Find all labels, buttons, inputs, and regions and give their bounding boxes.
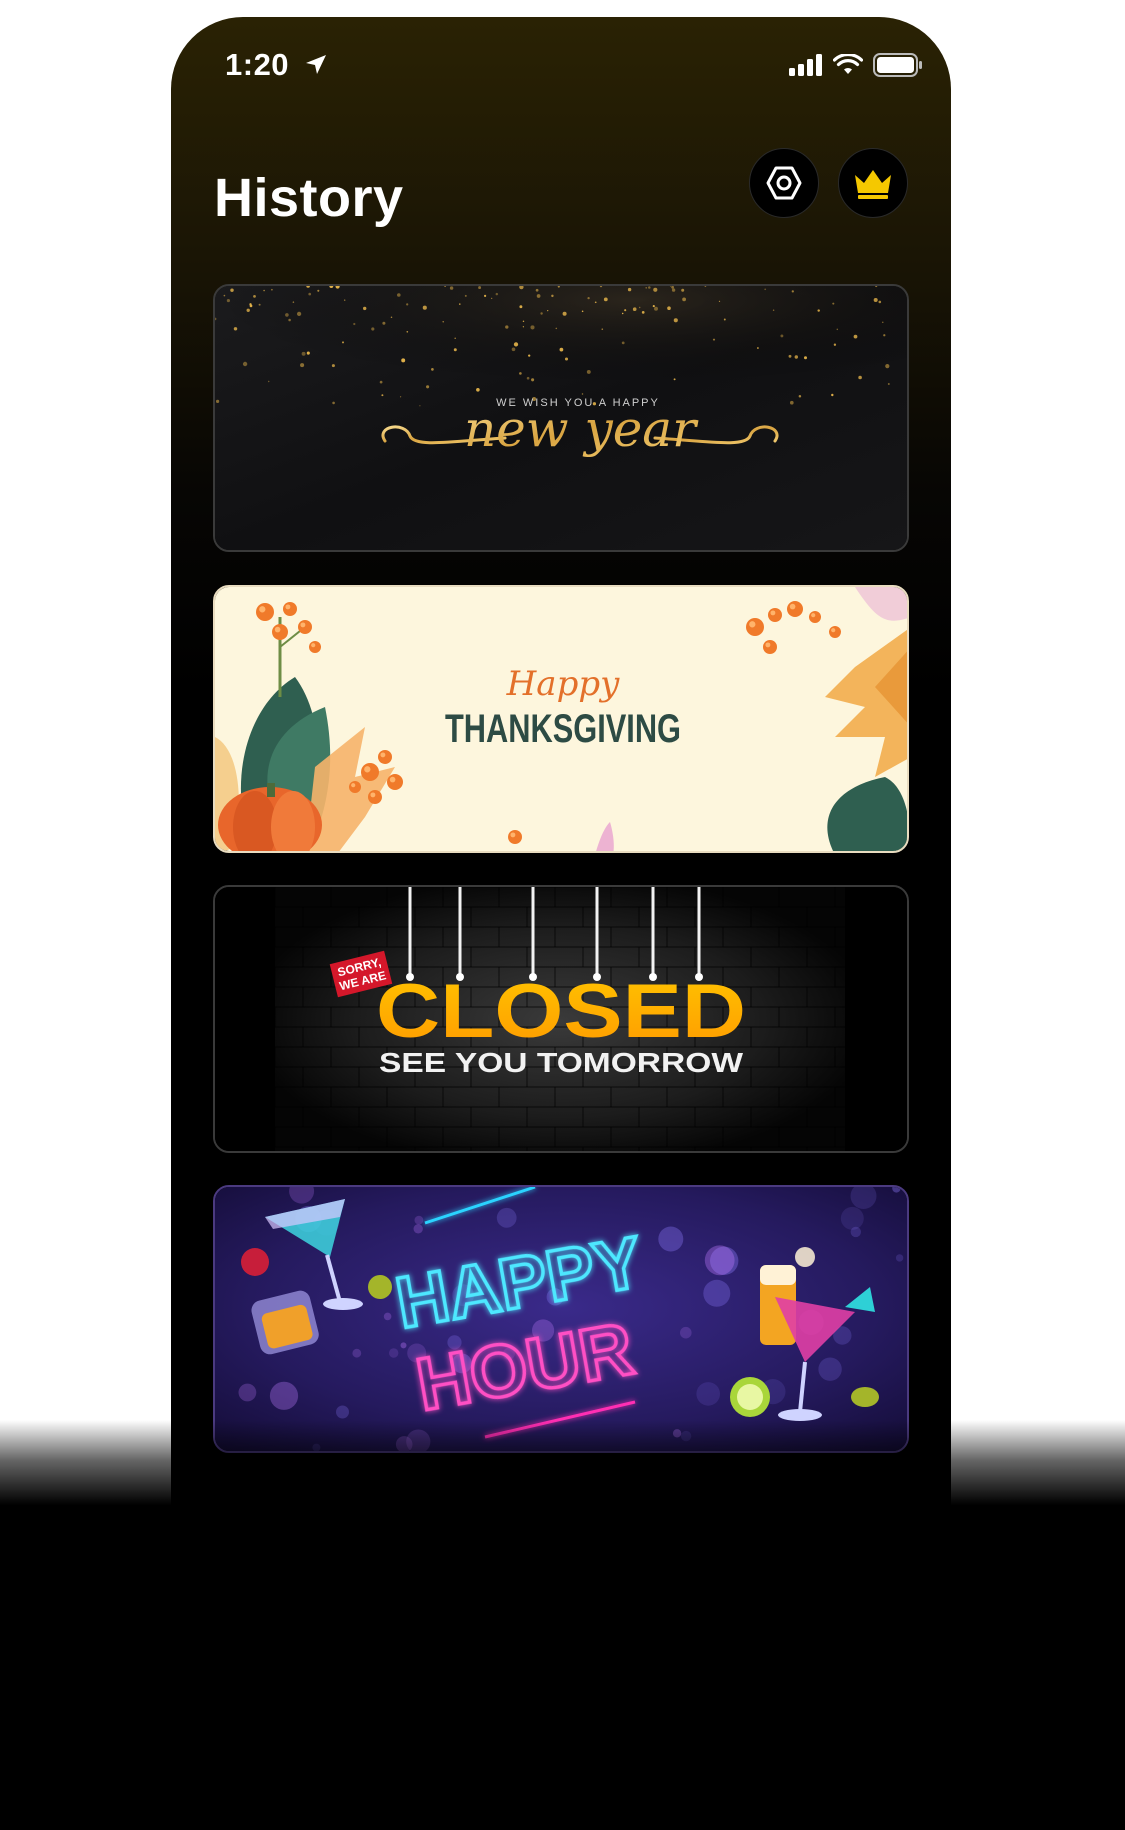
page-title: History: [214, 168, 404, 228]
history-card-closed[interactable]: SORRY, WE ARE CLOSED SEE YOU TOMORROW: [213, 885, 909, 1153]
new-year-banner: WE WISH YOU A HAPPY new year: [215, 286, 907, 550]
battery-icon: [873, 53, 922, 77]
history-card-thanksgiving[interactable]: Happy THANKSGIVING: [213, 585, 909, 853]
screen: 1:20 History WE WISH YOU A HAPPY new yea…: [0, 0, 1125, 1830]
location-arrow-icon: [306, 55, 326, 74]
banner-title: CLOSED: [376, 969, 746, 1054]
settings-button[interactable]: [749, 148, 819, 218]
phone-frame: 1:20 History WE WISH YOU A HAPPY new yea…: [171, 17, 951, 1717]
banner-title: new year: [464, 400, 699, 458]
history-card-new-year[interactable]: WE WISH YOU A HAPPY new year: [213, 284, 909, 552]
history-card-happy-hour[interactable]: HAPPY HOUR: [213, 1185, 909, 1453]
banner-subtitle: SEE YOU TOMORROW: [379, 1047, 744, 1078]
closed-banner: SORRY, WE ARE CLOSED SEE YOU TOMORROW: [215, 887, 907, 1151]
banner-title: THANKSGIVING: [445, 707, 681, 751]
signal-icon: [789, 54, 822, 76]
premium-button[interactable]: [838, 148, 908, 218]
thanksgiving-banner: Happy THANKSGIVING: [215, 587, 907, 851]
happy-hour-banner: HAPPY HOUR: [215, 1187, 907, 1451]
status-icons: [789, 53, 923, 77]
hexagon-settings-icon: [766, 166, 802, 200]
banner-subtitle: Happy: [506, 664, 620, 704]
crown-icon: [855, 170, 891, 199]
wifi-icon: [833, 54, 863, 74]
status-time: 1:20: [225, 47, 290, 82]
